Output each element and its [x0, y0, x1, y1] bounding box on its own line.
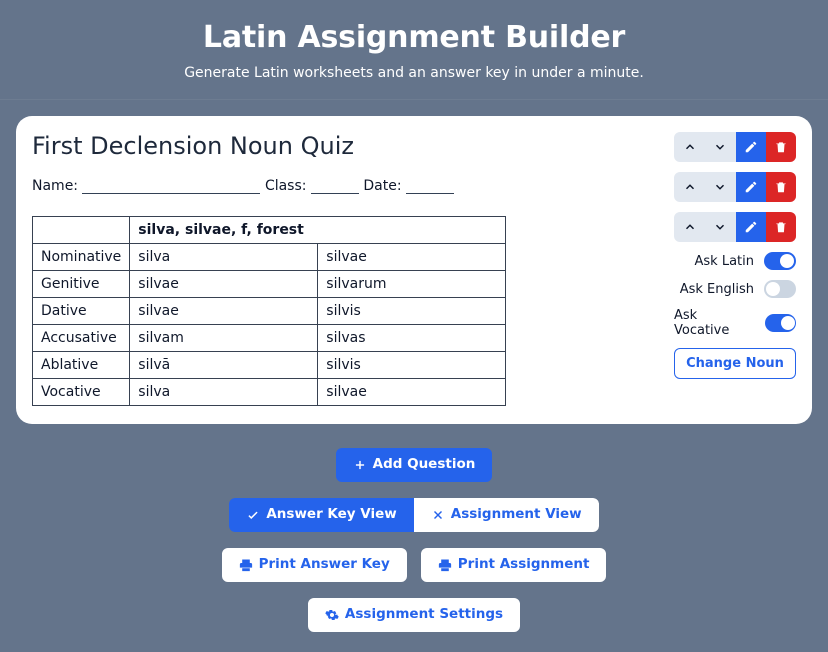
sg-cell: silvae [130, 271, 318, 298]
table-row: Vocativesilvasilvae [33, 379, 506, 406]
ask-vocative-label: Ask Vocative [674, 308, 755, 338]
chevron-up-icon [683, 180, 697, 194]
section-controls-2 [674, 172, 796, 202]
pl-cell: silvarum [318, 271, 506, 298]
sg-cell: silvā [130, 352, 318, 379]
section-controls-1 [674, 132, 796, 162]
case-cell: Ablative [33, 352, 130, 379]
plus-icon [353, 458, 367, 472]
ask-latin-toggle[interactable] [764, 252, 796, 270]
move-up-button[interactable] [675, 173, 705, 201]
pl-cell: silvis [318, 352, 506, 379]
divider [0, 99, 828, 100]
pl-cell: silvae [318, 379, 506, 406]
edit-button[interactable] [736, 132, 766, 162]
chevron-down-icon [713, 220, 727, 234]
printer-icon [239, 558, 253, 572]
ask-latin-row: Ask Latin [674, 252, 796, 270]
sg-cell: silvam [130, 325, 318, 352]
move-up-button[interactable] [675, 133, 705, 161]
print-answer-key-label: Print Answer Key [259, 558, 390, 572]
name-blank [82, 193, 260, 194]
ask-vocative-toggle[interactable] [765, 314, 796, 332]
table-row: Nominativesilvasilvae [33, 244, 506, 271]
ask-english-label: Ask English [680, 282, 754, 297]
add-question-button[interactable]: Add Question [336, 448, 493, 482]
case-cell: Accusative [33, 325, 130, 352]
change-noun-button[interactable]: Change Noun [674, 348, 796, 379]
page-header: Latin Assignment Builder Generate Latin … [0, 0, 828, 99]
assignment-settings-label: Assignment Settings [345, 608, 503, 622]
page-title: Latin Assignment Builder [0, 20, 828, 55]
edit-button[interactable] [736, 172, 766, 202]
case-cell: Vocative [33, 379, 130, 406]
move-down-button[interactable] [705, 173, 735, 201]
pl-cell: silvae [318, 244, 506, 271]
case-cell: Genitive [33, 271, 130, 298]
assignment-view-label: Assignment View [451, 508, 582, 522]
gear-icon [325, 608, 339, 622]
trash-icon [774, 140, 788, 154]
sg-cell: silva [130, 379, 318, 406]
move-down-button[interactable] [705, 133, 735, 161]
date-blank [406, 193, 454, 194]
sg-cell: silva [130, 244, 318, 271]
pencil-icon [744, 180, 758, 194]
case-cell: Dative [33, 298, 130, 325]
pencil-icon [744, 220, 758, 234]
edit-button[interactable] [736, 212, 766, 242]
table-row: Genitivesilvaesilvarum [33, 271, 506, 298]
view-segment: Answer Key View Assignment View [229, 498, 598, 532]
delete-button[interactable] [766, 132, 796, 162]
page-actions: Add Question Answer Key View Assignment … [0, 448, 828, 632]
print-assignment-button[interactable]: Print Assignment [421, 548, 607, 582]
case-cell: Nominative [33, 244, 130, 271]
chevron-up-icon [683, 220, 697, 234]
chevron-down-icon [713, 140, 727, 154]
ask-vocative-row: Ask Vocative [674, 308, 796, 338]
page-subtitle: Generate Latin worksheets and an answer … [0, 65, 828, 81]
sg-cell: silvae [130, 298, 318, 325]
add-question-label: Add Question [373, 458, 476, 472]
chevron-down-icon [713, 180, 727, 194]
table-header-row: silva, silvae, f, forest [33, 217, 506, 244]
answer-key-view-label: Answer Key View [266, 508, 396, 522]
assignment-card: First Declension Noun Quiz Name: Class: … [16, 116, 812, 424]
assignment-settings-button[interactable]: Assignment Settings [308, 598, 520, 632]
declension-table: silva, silvae, f, forest Nominativesilva… [32, 216, 506, 406]
pl-cell: silvis [318, 298, 506, 325]
ask-english-row: Ask English [674, 280, 796, 298]
move-down-button[interactable] [705, 213, 735, 241]
print-assignment-label: Print Assignment [458, 558, 590, 572]
noun-header: silva, silvae, f, forest [130, 217, 506, 244]
chevron-up-icon [683, 140, 697, 154]
printer-icon [438, 558, 452, 572]
class-blank [311, 193, 359, 194]
answer-key-view-button[interactable]: Answer Key View [229, 498, 413, 532]
table-row: Accusativesilvamsilvas [33, 325, 506, 352]
pl-cell: silvas [318, 325, 506, 352]
class-label: Class: [265, 178, 307, 194]
table-row: Ablativesilvāsilvis [33, 352, 506, 379]
move-up-button[interactable] [675, 213, 705, 241]
delete-button[interactable] [766, 212, 796, 242]
pencil-icon [744, 140, 758, 154]
print-answer-key-button[interactable]: Print Answer Key [222, 548, 407, 582]
trash-icon [774, 220, 788, 234]
x-icon [431, 508, 445, 522]
date-label: Date: [363, 178, 401, 194]
check-icon [246, 508, 260, 522]
trash-icon [774, 180, 788, 194]
section-controls-3 [674, 212, 796, 242]
ask-latin-label: Ask Latin [695, 254, 754, 269]
table-row: Dativesilvaesilvis [33, 298, 506, 325]
ask-english-toggle[interactable] [764, 280, 796, 298]
question-controls: Ask Latin Ask English Ask Vocative Chang… [674, 132, 796, 379]
name-label: Name: [32, 178, 78, 194]
assignment-view-button[interactable]: Assignment View [414, 498, 599, 532]
delete-button[interactable] [766, 172, 796, 202]
